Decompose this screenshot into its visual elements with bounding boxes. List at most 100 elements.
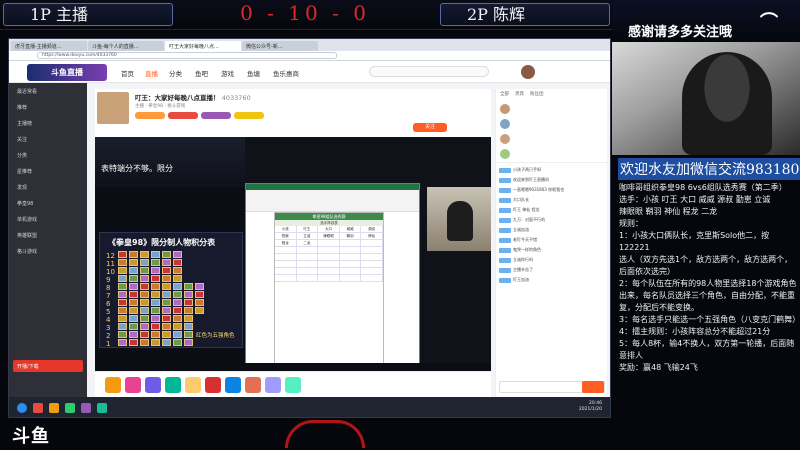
gift-item[interactable] <box>205 376 221 393</box>
streamer-avatar[interactable] <box>97 92 129 124</box>
site-search-input[interactable] <box>369 66 489 77</box>
sheet-cell[interactable] <box>297 268 319 274</box>
taskbar-clock[interactable]: 20:46 2021/1/20 <box>579 401 602 413</box>
gift-item[interactable] <box>225 376 241 393</box>
sheet-cell[interactable] <box>318 247 340 253</box>
sheet-cell[interactable] <box>318 240 340 246</box>
sidebar-item[interactable]: 发现 <box>9 179 87 195</box>
chat-tab[interactable]: 全部 <box>500 91 509 97</box>
sheet-cell[interactable] <box>340 247 362 253</box>
nav-live[interactable]: 直播 <box>145 68 158 78</box>
sheet-cell[interactable] <box>318 254 340 260</box>
browser-tab[interactable]: 斗鱼-每个人的直播... <box>88 41 164 51</box>
sidebar-item[interactable]: 拳皇98 <box>9 195 87 211</box>
sidebar-item[interactable]: 分类 <box>9 147 87 163</box>
gift-item[interactable] <box>105 376 121 393</box>
sheet-cell[interactable]: 大口 <box>318 226 340 232</box>
sheet-cell[interactable] <box>361 254 383 260</box>
rank-row[interactable] <box>500 101 603 116</box>
app-icon[interactable] <box>65 403 75 413</box>
gift-item[interactable] <box>245 376 261 393</box>
sheet-cell[interactable] <box>340 254 362 260</box>
sheet-cell[interactable]: 叮王 <box>297 226 319 232</box>
nav-yutang[interactable]: 鱼塘 <box>247 68 260 78</box>
sheet-cell[interactable]: 辣眼眼 <box>318 233 340 239</box>
chat-send-button[interactable] <box>582 381 604 393</box>
sidebar-item[interactable]: 最近常看 <box>9 83 87 99</box>
sheet-cell[interactable]: 源叔 <box>361 226 383 232</box>
app-icon[interactable] <box>97 403 107 413</box>
gift-item[interactable] <box>145 376 161 393</box>
start-icon[interactable] <box>17 403 27 413</box>
start-stream-button[interactable]: 开播/下载 <box>13 360 83 372</box>
rank-row[interactable] <box>500 116 603 131</box>
sidebar-item[interactable]: 推荐 <box>9 99 87 115</box>
sheet-cell[interactable] <box>340 261 362 267</box>
nav-game[interactable]: 游戏 <box>221 68 234 78</box>
chat-text: 欢迎来到叮王直播间 <box>513 177 549 182</box>
sidebar-item[interactable]: 单机游戏 <box>9 211 87 227</box>
sheet-cell[interactable]: 程龙 <box>275 240 297 246</box>
url-input[interactable]: https://www.douyu.com/4033760 <box>37 52 337 59</box>
nav-yuba[interactable]: 鱼吧 <box>195 68 208 78</box>
sheet-cell[interactable] <box>275 268 297 274</box>
user-avatar[interactable] <box>521 65 535 79</box>
chat-tab[interactable]: 贵宾 <box>515 91 524 97</box>
sheet-cell[interactable] <box>361 240 383 246</box>
nav-home[interactable]: 首页 <box>121 68 134 78</box>
sheet-cell[interactable] <box>275 275 297 281</box>
sidebar-item[interactable]: 关注 <box>9 131 87 147</box>
nav-category[interactable]: 分类 <box>169 68 182 78</box>
gift-item[interactable] <box>285 376 301 393</box>
sheet-cell[interactable]: 立诚 <box>297 233 319 239</box>
sheet-cell[interactable]: 勤崽 <box>275 233 297 239</box>
browser-tab[interactable]: 微信公众号-新... <box>242 41 318 51</box>
sheet-cell[interactable] <box>340 240 362 246</box>
gift-item[interactable] <box>165 376 181 393</box>
sheet-cell[interactable] <box>318 275 340 281</box>
sheet-cell[interactable]: 威威 <box>340 226 362 232</box>
chat-tab[interactable]: 粉丝团 <box>530 91 544 97</box>
site-logo[interactable]: 斗鱼直播 <box>27 64 107 81</box>
gift-item[interactable] <box>185 376 201 393</box>
app-icon[interactable] <box>49 403 59 413</box>
sheet-cell[interactable] <box>340 275 362 281</box>
browser-tab[interactable]: 虎牙直播-主播频道... <box>11 41 87 51</box>
sheet-cell[interactable] <box>340 268 362 274</box>
sheet-cell[interactable] <box>275 254 297 260</box>
sidebar-item[interactable]: 格斗游戏 <box>9 243 87 259</box>
video-control-bar[interactable] <box>95 363 491 371</box>
gift-item[interactable] <box>125 376 141 393</box>
sheet-cell[interactable] <box>361 261 383 267</box>
sheet-cell[interactable]: 小孩 <box>275 226 297 232</box>
sidebar-item[interactable]: 主播榜 <box>9 115 87 131</box>
video-player[interactable]: 表特端分不够。限分 《拳皇98》限分制人物积分表 12 11 10 9 8 7 6 5 4 3 2 1… <box>95 137 491 398</box>
sidebar-item[interactable]: 星推荐 <box>9 163 87 179</box>
browser-tab-active[interactable]: 叮王大家好每晚八点... <box>165 41 241 51</box>
sheet-cell[interactable] <box>361 275 383 281</box>
sheet-cell[interactable] <box>297 247 319 253</box>
sheet-cell[interactable] <box>297 254 319 260</box>
character-portrait <box>173 331 182 338</box>
character-portrait <box>118 331 127 338</box>
app-icon[interactable] <box>33 403 43 413</box>
rank-row[interactable] <box>500 131 603 146</box>
rank-row[interactable] <box>500 146 603 161</box>
nav-shop[interactable]: 鱼乐惠商 <box>273 68 299 78</box>
sheet-cell[interactable] <box>275 261 297 267</box>
sheet-cell[interactable]: 鞘羽 <box>340 233 362 239</box>
sheet-cell[interactable]: 神仙 <box>361 233 383 239</box>
app-icon[interactable] <box>81 403 91 413</box>
character-portrait <box>151 259 160 266</box>
sheet-cell[interactable] <box>361 268 383 274</box>
follow-button[interactable]: 关注 <box>413 123 447 132</box>
sheet-cell[interactable] <box>318 261 340 267</box>
sheet-cell[interactable] <box>297 261 319 267</box>
sheet-cell[interactable] <box>275 247 297 253</box>
sheet-cell[interactable] <box>297 275 319 281</box>
gift-item[interactable] <box>265 376 281 393</box>
sheet-cell[interactable] <box>318 268 340 274</box>
sidebar-item[interactable]: 英雄联盟 <box>9 227 87 243</box>
sheet-cell[interactable]: 二龙 <box>297 240 319 246</box>
sheet-cell[interactable] <box>361 247 383 253</box>
